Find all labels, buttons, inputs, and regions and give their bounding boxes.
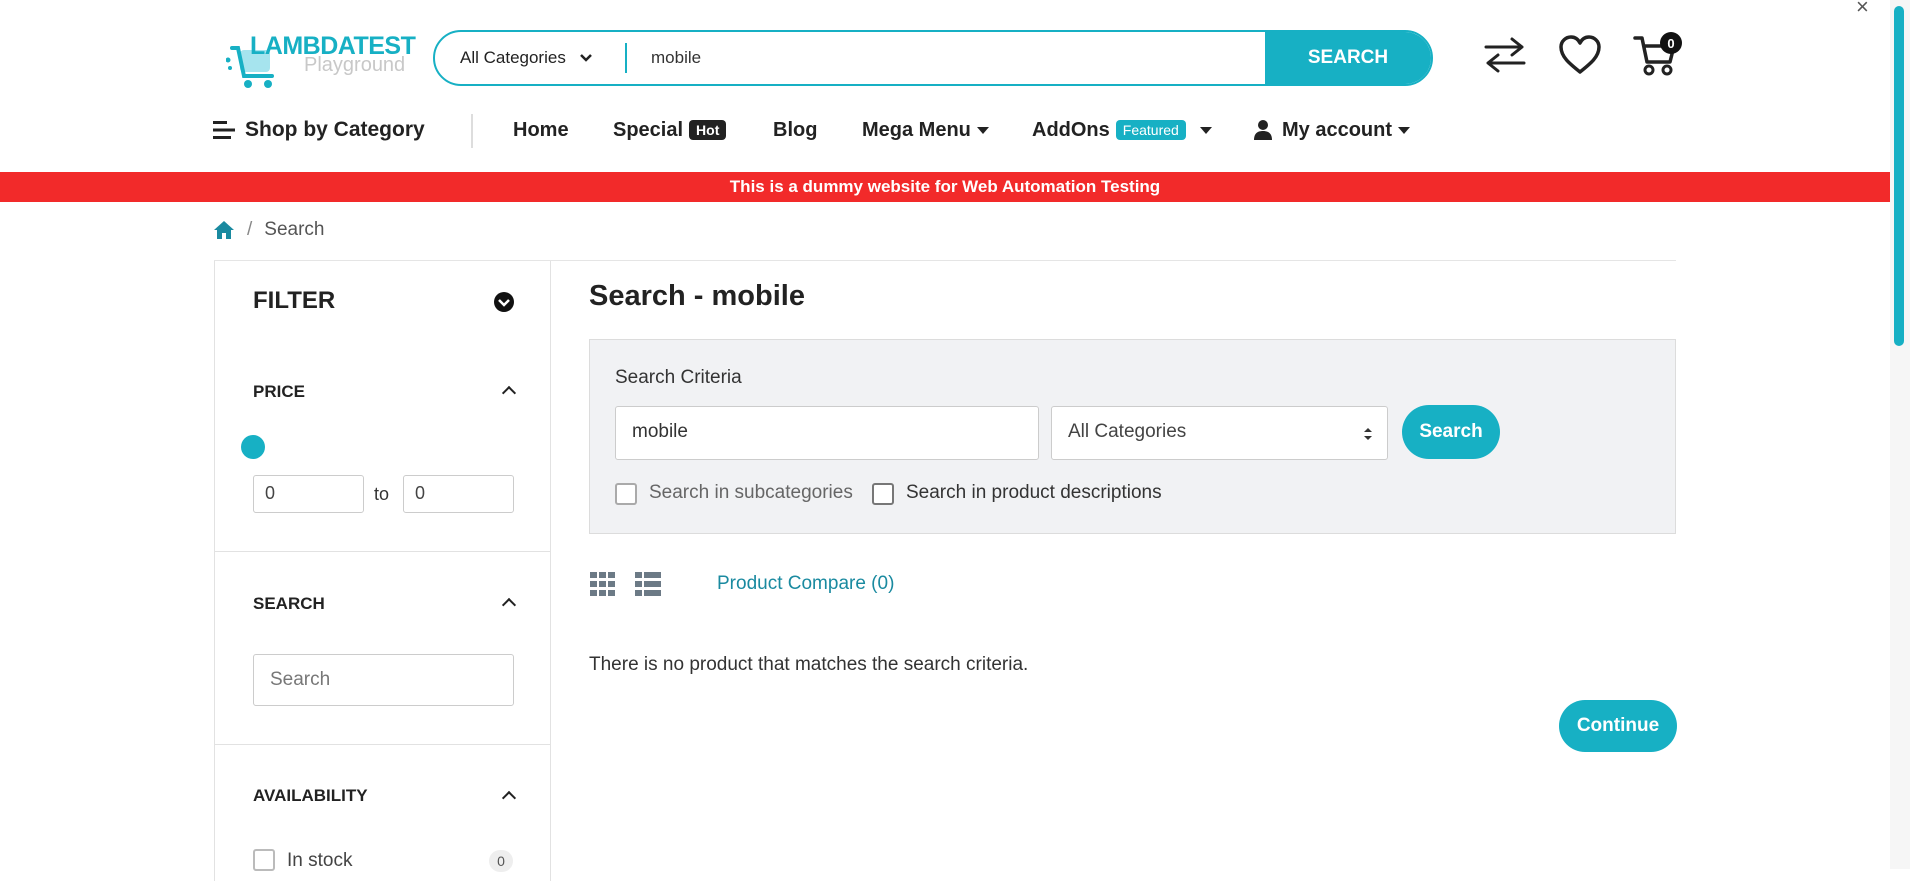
criteria-search-button[interactable]: Search [1402, 405, 1500, 459]
cart-count-badge: 0 [1660, 32, 1682, 54]
featured-tag: Featured [1115, 120, 1186, 140]
in-stock-checkbox[interactable] [253, 849, 275, 871]
chevron-up-icon[interactable] [501, 597, 517, 613]
logo-subtitle: Playground [304, 54, 406, 76]
user-icon [1254, 120, 1272, 140]
page-title: Search - mobile [589, 280, 805, 312]
sidebar-search-input[interactable]: Search [253, 654, 514, 706]
wishlist-button[interactable] [1555, 30, 1605, 80]
nav-blog-label: Blog [773, 118, 818, 141]
chevron-down-icon [579, 54, 592, 62]
availability-title: AVAILABILITY [253, 786, 368, 805]
nav-shop-by-category[interactable]: Shop by Category [213, 112, 425, 148]
cart-button[interactable]: 0 [1630, 30, 1682, 80]
chevron-up-icon[interactable] [501, 790, 517, 806]
select-arrows-icon [1364, 428, 1372, 440]
criteria-category-select[interactable]: All Categories [1051, 406, 1388, 460]
caret-down-icon [1398, 126, 1411, 134]
no-product-message: There is no product that matches the sea… [589, 654, 1029, 675]
search-input[interactable]: mobile [627, 32, 1265, 84]
nav-shop-by-category-label: Shop by Category [245, 118, 425, 141]
logo[interactable]: LAMBDATEST Playground [226, 30, 416, 90]
search-button[interactable]: SEARCH [1265, 32, 1431, 84]
criteria-category-value: All Categories [1068, 421, 1187, 442]
continue-button[interactable]: Continue [1559, 700, 1677, 752]
product-compare-link[interactable]: Product Compare (0) [717, 573, 894, 595]
nav-special[interactable]: Special Hot [613, 112, 727, 148]
nav-special-label: Special [613, 118, 684, 141]
home-icon[interactable] [213, 220, 235, 240]
grid-view-icon[interactable] [590, 572, 616, 596]
nav-home[interactable]: Home [513, 112, 569, 148]
subcategories-checkbox[interactable] [615, 483, 637, 505]
compare-button[interactable] [1480, 30, 1530, 80]
nav-blog[interactable]: Blog [773, 112, 817, 148]
breadcrumb: / Search [213, 218, 324, 242]
filter-title: FILTER [253, 287, 336, 314]
category-select-value: All Categories [460, 48, 566, 67]
nav-divider [471, 114, 473, 148]
breadcrumb-separator: / [247, 219, 253, 240]
scrollbar-thumb[interactable] [1894, 6, 1904, 346]
nav-mega-menu-label: Mega Menu [862, 118, 971, 141]
subcategories-label: Search in subcategories [649, 482, 853, 503]
nav-my-account-label: My account [1282, 118, 1393, 141]
price-to-label: to [374, 484, 390, 504]
search-input-value: mobile [651, 48, 702, 67]
hot-tag: Hot [689, 120, 727, 140]
chevron-up-icon[interactable] [501, 385, 517, 401]
menu-icon [213, 121, 235, 139]
nav-addons-label: AddOns [1032, 118, 1110, 141]
product-compare-label: Product Compare (0) [717, 573, 895, 594]
list-view-icon[interactable] [635, 572, 661, 596]
filter-sidebar: FILTER PRICE 0 to 0 SEARCH Search AVAILA… [214, 261, 551, 881]
compare-icon [1484, 37, 1526, 73]
sidebar-divider [215, 744, 550, 745]
caret-down-icon [1199, 126, 1212, 134]
close-icon[interactable]: × [1856, 0, 1869, 20]
sidebar-divider [215, 551, 550, 552]
search-criteria-panel: Search Criteria mobile All Categories Se… [589, 339, 1676, 534]
price-min-input[interactable]: 0 [253, 475, 364, 513]
heart-icon [1559, 35, 1601, 74]
price-slider-handle[interactable] [241, 435, 265, 459]
nav-mega-menu[interactable]: Mega Menu [862, 112, 989, 148]
announcement-banner: This is a dummy website for Web Automati… [0, 172, 1890, 202]
search-section-title: SEARCH [253, 594, 325, 613]
price-max-input[interactable]: 0 [403, 475, 514, 513]
chevron-circle-down-icon[interactable] [493, 291, 515, 313]
descriptions-checkbox[interactable] [872, 483, 894, 505]
descriptions-label: Search in product descriptions [906, 482, 1162, 503]
nav-addons[interactable]: AddOns Featured [1032, 112, 1212, 148]
nav-home-label: Home [513, 118, 569, 141]
nav-my-account[interactable]: My account [1254, 112, 1411, 148]
price-title: PRICE [253, 382, 305, 401]
criteria-search-input[interactable]: mobile [615, 406, 1039, 460]
header-search-bar: All Categories mobile SEARCH [433, 30, 1433, 86]
breadcrumb-current[interactable]: Search [264, 219, 324, 241]
category-select[interactable]: All Categories [435, 32, 625, 84]
search-criteria-label: Search Criteria [615, 367, 742, 388]
caret-down-icon [976, 126, 989, 134]
